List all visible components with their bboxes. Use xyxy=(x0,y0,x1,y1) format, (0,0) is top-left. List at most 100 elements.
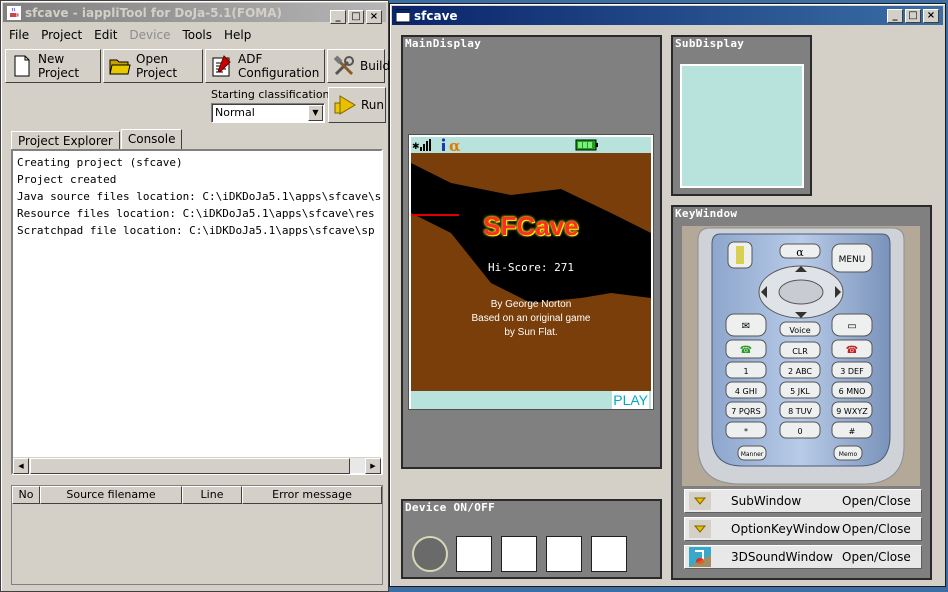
key-7: 7 PQRS xyxy=(731,407,760,416)
starting-classification-label: Starting classification xyxy=(211,88,330,101)
device-slot-button[interactable] xyxy=(501,536,537,572)
maximize-button[interactable]: □ xyxy=(905,9,921,23)
menu-help[interactable]: Help xyxy=(220,28,259,42)
subwindow-open-close[interactable]: Open/Close xyxy=(842,494,911,508)
3d-sound-window-label: 3DSoundWindow xyxy=(731,550,833,564)
game-hiscore: Hi-Score: 271 xyxy=(487,261,575,274)
dropdown-arrow-icon xyxy=(687,490,713,512)
new-project-label: New Project xyxy=(38,52,80,80)
starting-classification-select[interactable]: Normal ▼ xyxy=(211,103,325,123)
device-slot-button[interactable] xyxy=(591,536,627,572)
console-line: Project created xyxy=(17,173,117,186)
game-canvas[interactable]: SFCave Hi-Score: 271 By George Norton Ba… xyxy=(411,153,651,391)
run-play-icon xyxy=(333,93,357,117)
column-no[interactable]: No xyxy=(12,486,40,504)
console-output[interactable]: Creating project (sfcave) Project create… xyxy=(11,149,383,475)
run-label: Run xyxy=(361,98,385,112)
error-table-header: No Source filename Line Error message xyxy=(12,486,382,504)
svg-text:☎: ☎ xyxy=(740,345,752,356)
key-5: 5 JKL xyxy=(790,387,810,396)
key-hash: # xyxy=(849,427,856,436)
tab-console[interactable]: Console xyxy=(120,129,183,151)
phone-keypad-graphic: α MENU ✉ Voice ▭ ☎ CLR ☎ 1 2 ABC 3 DEF 4… xyxy=(682,226,920,486)
minimize-button[interactable]: _ xyxy=(330,10,346,24)
sub-display-label: SubDisplay xyxy=(675,37,745,50)
chevron-down-icon[interactable]: ▼ xyxy=(308,105,323,121)
open-project-label: Open Project xyxy=(136,52,178,80)
column-line[interactable]: Line xyxy=(182,486,242,504)
console-line: Java source files location: C:\iDKDoJa5.… xyxy=(17,190,383,203)
key-alpha: α xyxy=(796,246,804,259)
option-key-window-toggle-row[interactable]: OptionKeyWindow Open/Close xyxy=(684,517,922,541)
key-memo: Memo xyxy=(839,451,858,458)
close-button[interactable]: × xyxy=(923,9,939,23)
option-key-window-open-close[interactable]: Open/Close xyxy=(842,522,911,536)
minimize-button[interactable]: _ xyxy=(887,9,903,23)
key-1: 1 xyxy=(743,367,748,376)
3d-sound-window-open-close[interactable]: Open/Close xyxy=(842,550,911,564)
3d-sound-window-toggle-row[interactable]: 3DSoundWindow Open/Close xyxy=(684,545,922,569)
build-button[interactable]: Build xyxy=(327,49,390,83)
music-note-icon xyxy=(687,546,713,568)
maximize-button[interactable]: □ xyxy=(348,10,364,24)
emulator-titlebar[interactable]: sfcave xyxy=(392,6,943,25)
softkey-play[interactable]: PLAY xyxy=(612,391,649,409)
window-title: sfcave xyxy=(414,8,458,23)
starting-classification-value: Normal xyxy=(215,106,255,119)
key-3: 3 DEF xyxy=(840,367,864,376)
java-cup-icon xyxy=(7,5,21,20)
device-slot-button[interactable] xyxy=(546,536,582,572)
toolbar: New Project Open Project ADF Configurati… xyxy=(5,49,390,83)
credit-line: By George Norton xyxy=(490,299,572,310)
iappli-tool-window: sfcave - iappliTool for DoJa-5.1(FOMA) _… xyxy=(0,0,390,592)
key-2: 2 ABC xyxy=(788,367,812,376)
column-source-filename[interactable]: Source filename xyxy=(40,486,182,504)
credit-line: Based on an original game xyxy=(471,313,591,324)
close-button[interactable]: × xyxy=(366,10,382,24)
column-error-message[interactable]: Error message xyxy=(242,486,382,504)
option-key-window-label: OptionKeyWindow xyxy=(731,522,841,536)
menu-device: Device xyxy=(129,28,171,42)
main-display-screen[interactable]: ✱ α SFCave Hi-Score: 271 By George Norto… xyxy=(408,134,654,410)
key-window-label: KeyWindow xyxy=(675,207,738,220)
console-horizontal-scrollbar[interactable]: ◀ ▶ xyxy=(13,457,381,474)
folder-open-icon xyxy=(108,54,132,78)
softkey-bar: PLAY xyxy=(411,391,651,409)
new-document-icon xyxy=(10,54,34,78)
menu-file[interactable]: File xyxy=(5,28,37,42)
phone-status-bar: ✱ α xyxy=(411,137,651,155)
key-8: 8 TUV xyxy=(788,407,812,416)
adf-configuration-label: ADF Configuration xyxy=(238,52,320,80)
game-title: SFCave xyxy=(483,211,579,241)
new-project-button[interactable]: New Project xyxy=(5,49,101,83)
scroll-left-icon[interactable]: ◀ xyxy=(13,458,29,474)
sub-display-screen xyxy=(680,64,804,188)
key-voice: Voice xyxy=(789,326,810,335)
key-star: * xyxy=(744,427,748,436)
dropdown-arrow-icon xyxy=(687,518,713,540)
menu-tools[interactable]: Tools xyxy=(178,28,220,42)
device-slot-button[interactable] xyxy=(456,536,492,572)
phone-keypad: α MENU ✉ Voice ▭ ☎ CLR ☎ 1 2 ABC 3 DEF 4… xyxy=(682,226,920,486)
iappli-tool-titlebar[interactable]: sfcave - iappliTool for DoJa-5.1(FOMA) xyxy=(3,3,386,22)
run-button[interactable]: Run xyxy=(328,87,386,123)
adf-configuration-button[interactable]: ADF Configuration xyxy=(205,49,325,83)
svg-text:α: α xyxy=(449,137,461,153)
svg-text:▭: ▭ xyxy=(847,321,856,332)
key-menu: MENU xyxy=(839,255,866,265)
key-9: 9 WXYZ xyxy=(836,407,868,416)
window-app-icon xyxy=(395,9,411,23)
menu-edit[interactable]: Edit xyxy=(90,28,125,42)
device-onoff-label: Device ON/OFF xyxy=(405,501,495,514)
game-credits: By George Norton Based on an original ga… xyxy=(411,298,651,340)
key-6: 6 MNO xyxy=(839,387,866,396)
key-0: 0 xyxy=(797,427,802,436)
device-power-toggle[interactable] xyxy=(412,536,448,572)
open-project-button[interactable]: Open Project xyxy=(103,49,203,83)
subwindow-label: SubWindow xyxy=(731,494,802,508)
subwindow-toggle-row[interactable]: SubWindow Open/Close xyxy=(684,489,922,513)
scroll-right-icon[interactable]: ▶ xyxy=(365,458,381,474)
menu-project[interactable]: Project xyxy=(37,28,90,42)
scrollbar-thumb[interactable] xyxy=(30,458,350,474)
signal-strength-icon: ✱ α xyxy=(412,137,598,155)
